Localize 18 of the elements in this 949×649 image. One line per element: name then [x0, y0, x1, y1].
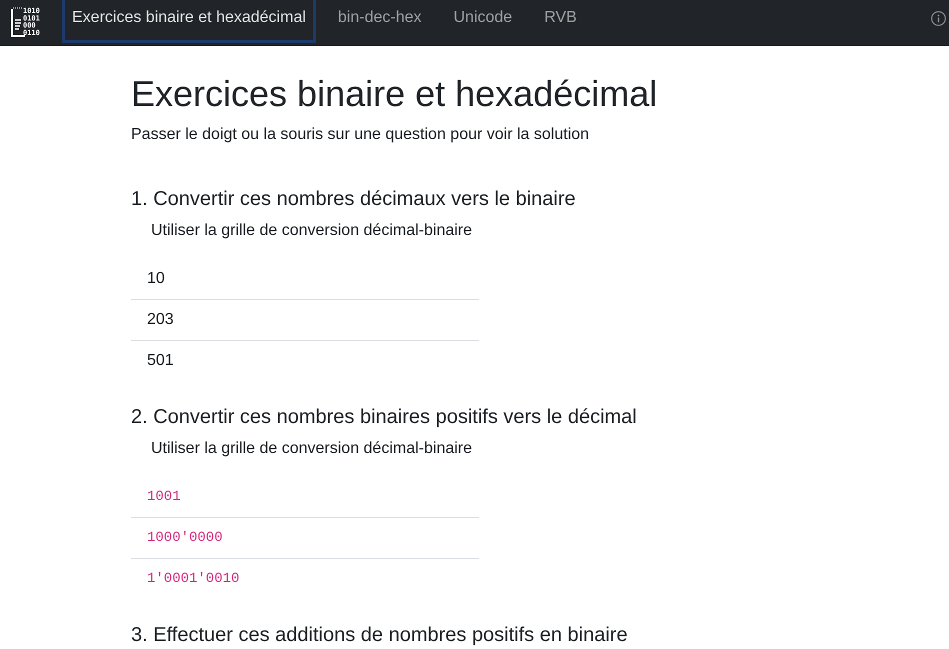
- question-item: 1000'0000: [131, 518, 479, 559]
- instruction-text: Utiliser la grille de conversion décimal-binaire: [150, 439, 474, 459]
- question-item: 501: [146, 351, 175, 371]
- question-item: 1001: [131, 477, 479, 518]
- nav-tab[interactable]: Exercices binaire et hexadécimal: [62, 0, 316, 43]
- section-heading: 3. Effectuer ces additions de nombres positifs en binaire: [131, 623, 629, 647]
- page-subtitle: Passer le doigt ou la souris sur une question pour voir la solution: [131, 125, 590, 145]
- instruction-text: Utiliser la grille de conversion décimal-binaire: [150, 221, 474, 241]
- page-title: Exercices binaire et hexadécimal: [131, 72, 658, 115]
- section-heading: 2. Convertir ces nombres binaires positifs vers le décimal: [131, 405, 638, 429]
- question-item: 203: [131, 300, 479, 341]
- section-heading: 1. Convertir ces nombres décimaux vers le binaire: [131, 187, 577, 211]
- info-icon[interactable]: [931, 11, 946, 26]
- nav-tab[interactable]: RVB: [534, 0, 587, 43]
- question-item: 1'0001'0010: [146, 570, 240, 589]
- question-item: 10: [131, 259, 479, 300]
- nav-tab[interactable]: bin-dec-hex: [328, 0, 432, 43]
- nav-tab[interactable]: Unicode: [444, 0, 522, 43]
